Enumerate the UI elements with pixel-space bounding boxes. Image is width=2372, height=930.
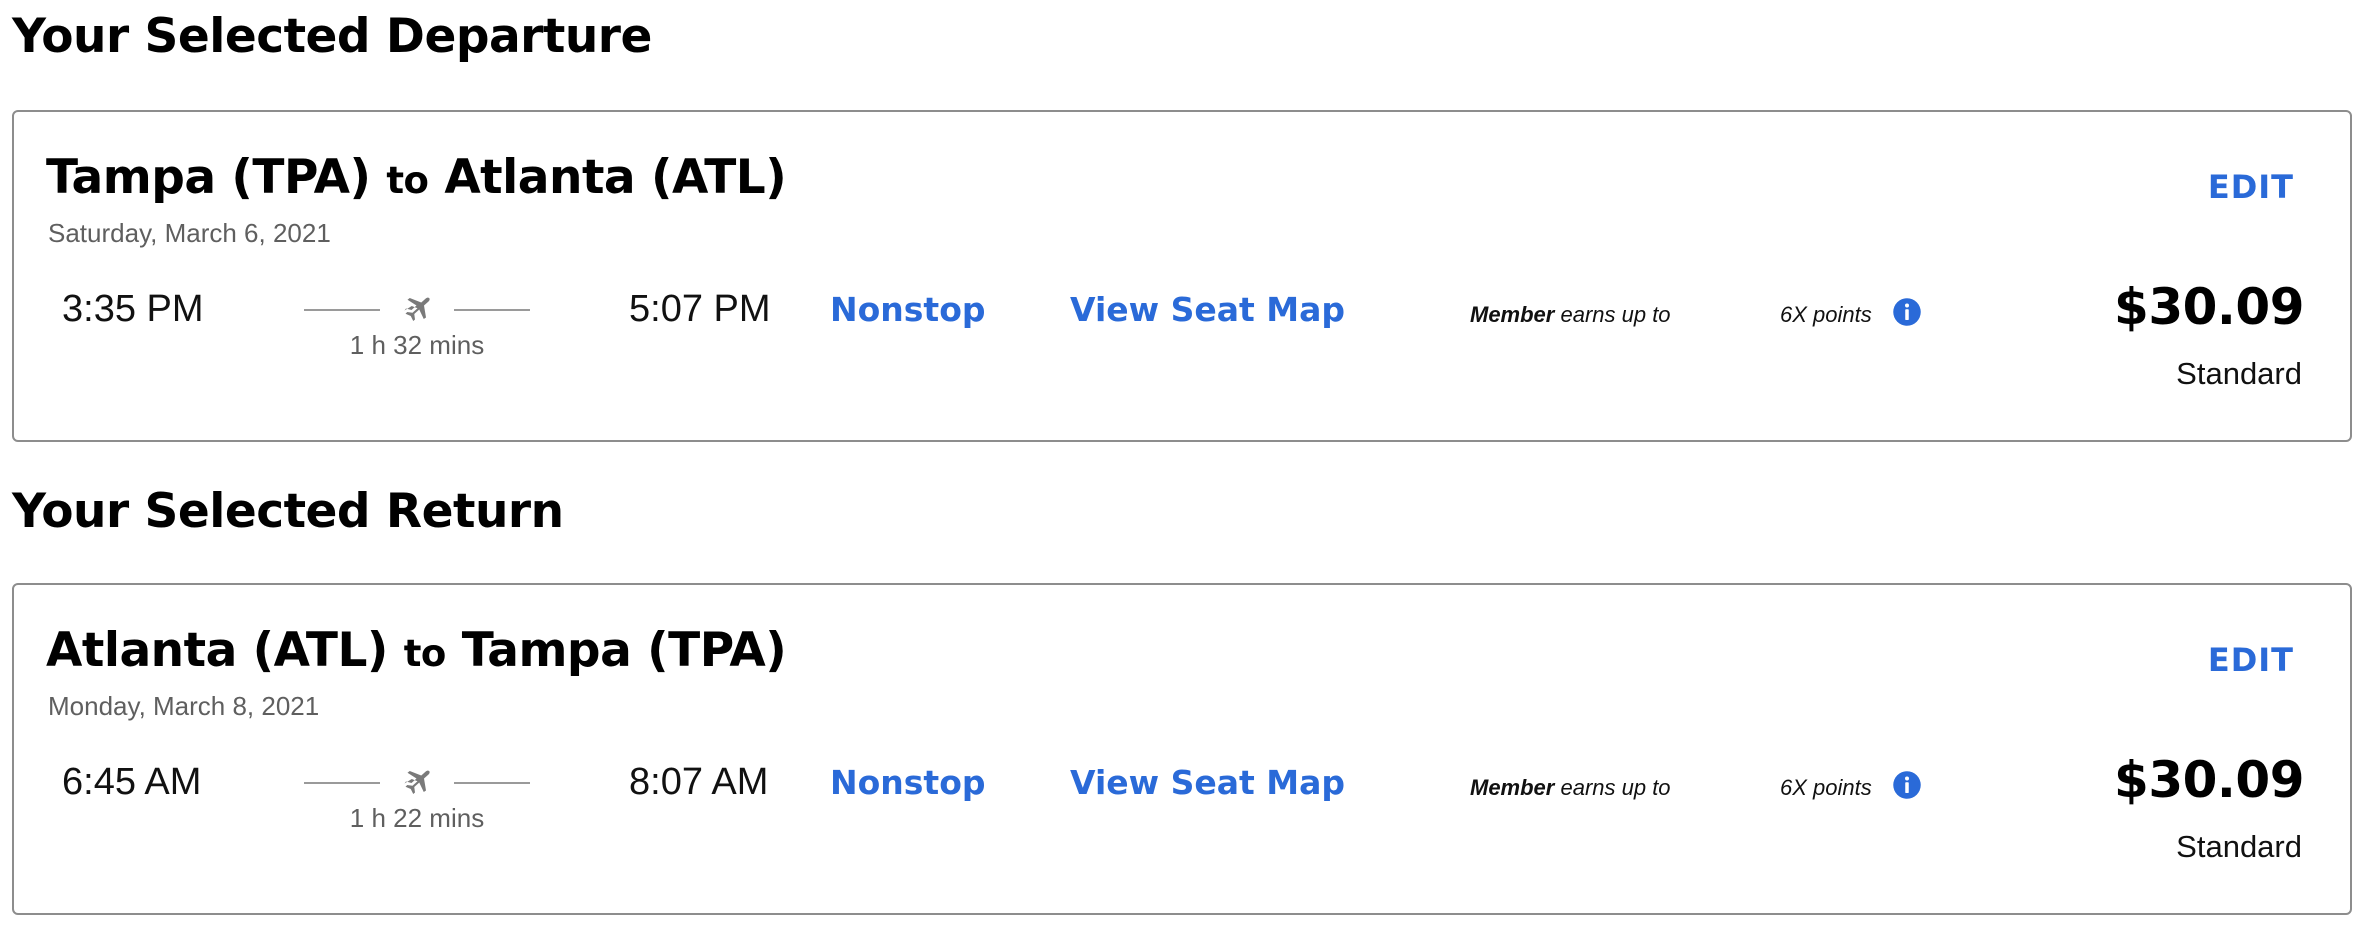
view-seat-map-link[interactable]: View Seat Map xyxy=(1070,763,1345,802)
points-multiplier: 6X points xyxy=(1780,302,1872,327)
nonstop-link[interactable]: Nonstop xyxy=(830,290,986,329)
departure-heading: Your Selected Departure xyxy=(12,9,652,64)
flight-date: Saturday, March 6, 2021 xyxy=(48,218,331,248)
flight-duration: 1 h 22 mins xyxy=(349,803,485,833)
return-heading: Your Selected Return xyxy=(12,484,564,539)
departure-time: 3:35 PM xyxy=(62,288,204,330)
fare-class: Standard xyxy=(2176,356,2302,391)
member-earnings-text: Member earns up to xyxy=(1470,775,1671,801)
route-connector: to xyxy=(403,632,447,675)
path-dash-right xyxy=(454,309,530,311)
nonstop-link[interactable]: Nonstop xyxy=(830,763,986,802)
route-origin: Atlanta (ATL) xyxy=(46,623,388,678)
points-multiplier: 6X points xyxy=(1780,775,1872,800)
edit-return-button[interactable]: EDIT xyxy=(2208,641,2294,679)
member-label: Member xyxy=(1470,302,1555,327)
earns-text: earns up to xyxy=(1554,775,1671,800)
flight-date: Monday, March 8, 2021 xyxy=(48,691,320,721)
flight-path-indicator xyxy=(304,292,530,326)
route-destination: Atlanta (ATL) xyxy=(444,150,787,205)
return-route-title: Atlanta (ATL) to Tampa (TPA) xyxy=(46,627,787,675)
return-flight-card: Atlanta (ATL) to Tampa (TPA) Monday, Mar… xyxy=(12,583,2352,915)
info-icon[interactable] xyxy=(1892,770,1922,800)
earns-text: earns up to xyxy=(1554,302,1671,327)
path-dash-right xyxy=(454,782,530,784)
fare-price: $30.09 xyxy=(2114,278,2304,336)
airplane-icon xyxy=(404,770,430,794)
path-dash-left xyxy=(304,782,380,784)
edit-departure-button[interactable]: EDIT xyxy=(2208,168,2294,206)
arrival-time: 8:07 AM xyxy=(629,761,769,803)
fare-class: Standard xyxy=(2176,829,2302,864)
departure-time: 6:45 AM xyxy=(62,761,202,803)
arrival-time: 5:07 PM xyxy=(629,288,771,330)
route-connector: to xyxy=(386,159,429,202)
flight-duration: 1 h 32 mins xyxy=(349,330,485,360)
route-destination: Tampa (TPA) xyxy=(461,623,787,678)
departure-route-title: Tampa (TPA) to Atlanta (ATL) xyxy=(46,154,787,202)
member-label: Member xyxy=(1470,775,1555,800)
path-dash-left xyxy=(304,309,380,311)
fare-price: $30.09 xyxy=(2114,751,2304,809)
airplane-icon xyxy=(404,297,430,321)
flight-path-indicator xyxy=(304,765,530,799)
departure-flight-card: Tampa (TPA) to Atlanta (ATL) Saturday, M… xyxy=(12,110,2352,442)
member-earnings-text: Member earns up to xyxy=(1470,302,1671,328)
route-origin: Tampa (TPA) xyxy=(46,150,371,205)
info-icon[interactable] xyxy=(1892,297,1922,327)
view-seat-map-link[interactable]: View Seat Map xyxy=(1070,290,1345,329)
